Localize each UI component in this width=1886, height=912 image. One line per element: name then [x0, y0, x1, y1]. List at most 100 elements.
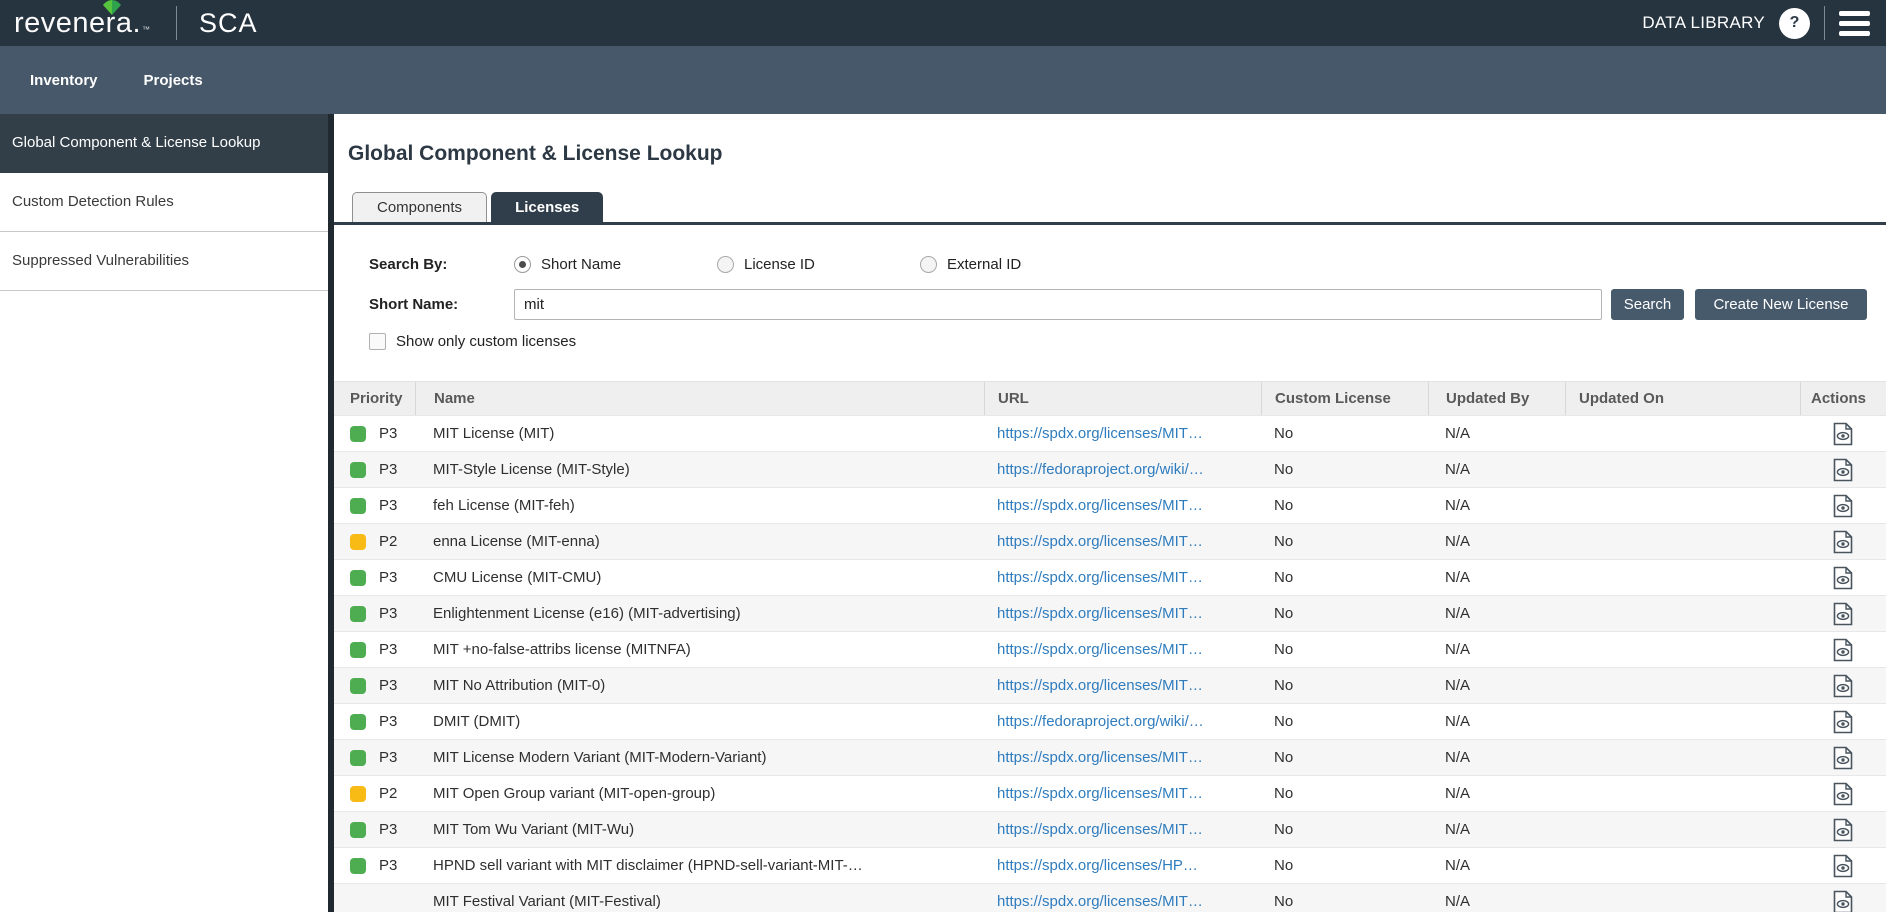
view-document-icon[interactable] — [1833, 710, 1853, 734]
license-url-link[interactable]: https://spdx.org/licenses/MIT… — [997, 785, 1203, 802]
top-nav: Inventory Projects — [0, 46, 1886, 114]
priority-cell: P3 — [334, 704, 415, 739]
custom-license-value: No — [1261, 560, 1428, 595]
updated-on-value — [1565, 452, 1800, 487]
updated-by-value: N/A — [1428, 848, 1565, 883]
license-name: MIT Tom Wu Variant (MIT-Wu) — [415, 812, 984, 847]
custom-license-value: No — [1261, 776, 1428, 811]
radio-button[interactable] — [920, 256, 937, 273]
priority-label: P3 — [379, 497, 397, 514]
actions-cell — [1800, 848, 1886, 883]
license-name: feh License (MIT-feh) — [415, 488, 984, 523]
main-content: Global Component & License Lookup Compon… — [334, 114, 1886, 912]
table-row: P3DMIT (DMIT) https://fedoraproject.org/w… — [334, 703, 1886, 739]
show-only-custom-licenses-checkbox[interactable] — [369, 333, 386, 350]
tab-licenses[interactable]: Licenses — [491, 192, 603, 222]
view-document-icon[interactable] — [1833, 782, 1853, 806]
nav-item-inventory[interactable]: Inventory — [30, 72, 98, 89]
license-url-link[interactable]: https://spdx.org/licenses/MIT… — [997, 569, 1203, 586]
priority-label: P3 — [379, 857, 397, 874]
search-button[interactable]: Search — [1611, 289, 1684, 320]
license-url-link[interactable]: https://spdx.org/licenses/MIT… — [997, 677, 1203, 694]
hamburger-menu-icon[interactable] — [1839, 9, 1870, 38]
view-document-icon[interactable] — [1833, 422, 1853, 446]
view-document-icon[interactable] — [1833, 566, 1853, 590]
create-new-license-button[interactable]: Create New License — [1695, 289, 1867, 320]
column-header-url: URL — [984, 382, 1261, 415]
license-search-form: Search By: Short NameLicense IDExternal … — [334, 225, 1886, 350]
license-url-link[interactable]: https://spdx.org/licenses/MIT… — [997, 749, 1203, 766]
brand-trademark: ™ — [142, 25, 150, 34]
priority-label: P3 — [379, 425, 397, 442]
updated-on-value — [1565, 740, 1800, 775]
column-header-custom-license: Custom License — [1261, 382, 1428, 415]
license-url-link[interactable]: https://spdx.org/licenses/MIT… — [997, 893, 1203, 910]
license-url-link[interactable]: https://spdx.org/licenses/MIT… — [997, 605, 1203, 622]
license-url-link[interactable]: https://spdx.org/licenses/MIT… — [997, 497, 1203, 514]
radio-button[interactable] — [514, 256, 531, 273]
table-row: P3MIT +no-false-attribs license (MITNFA)… — [334, 631, 1886, 667]
view-document-icon[interactable] — [1833, 530, 1853, 554]
tab-components[interactable]: Components — [352, 192, 487, 222]
sidebar: Global Component & License LookupCustom … — [0, 114, 334, 912]
short-name-input[interactable] — [514, 289, 1602, 320]
table-row: P3CMU License (MIT-CMU)https://spdx.org/… — [334, 559, 1886, 595]
priority-label: P2 — [379, 785, 397, 802]
actions-cell — [1800, 884, 1886, 912]
url-cell: https://spdx.org/licenses/HP… — [984, 848, 1261, 883]
sidebar-item-suppressed-vulnerabilities[interactable]: Suppressed Vulnerabilities — [0, 232, 328, 291]
view-document-icon[interactable] — [1833, 494, 1853, 518]
actions-cell — [1800, 812, 1886, 847]
sidebar-item-custom-detection-rules[interactable]: Custom Detection Rules — [0, 173, 328, 232]
custom-license-value: No — [1261, 812, 1428, 847]
license-url-link[interactable]: https://spdx.org/licenses/MIT… — [997, 641, 1203, 658]
url-cell: https://spdx.org/licenses/MIT… — [984, 884, 1261, 912]
view-document-icon[interactable] — [1833, 854, 1853, 878]
licenses-table: PriorityNameURLCustom LicenseUpdated ByU… — [334, 381, 1886, 912]
license-url-link[interactable]: https://spdx.org/licenses/MIT… — [997, 425, 1203, 442]
priority-badge — [350, 606, 366, 622]
view-document-icon[interactable] — [1833, 638, 1853, 662]
view-document-icon[interactable] — [1833, 674, 1853, 698]
view-document-icon[interactable] — [1833, 818, 1853, 842]
app-header: revenera. ™ SCA DATA LIBRARY ? — [0, 0, 1886, 46]
priority-cell: P3 — [334, 416, 415, 451]
priority-badge — [350, 642, 366, 658]
view-document-icon[interactable] — [1833, 890, 1853, 912]
license-url-link[interactable]: https://spdx.org/licenses/MIT… — [997, 533, 1203, 550]
license-url-link[interactable]: https://spdx.org/licenses/MIT… — [997, 821, 1203, 838]
updated-on-value — [1565, 668, 1800, 703]
license-name: MIT-Style License (MIT-Style) — [415, 452, 984, 487]
custom-license-value: No — [1261, 848, 1428, 883]
url-cell: https://spdx.org/licenses/MIT… — [984, 560, 1261, 595]
priority-label: P3 — [379, 461, 397, 478]
license-name: CMU License (MIT-CMU) — [415, 560, 984, 595]
priority-label: P3 — [379, 641, 397, 658]
sidebar-item-global-component-license-lookup[interactable]: Global Component & License Lookup — [0, 114, 328, 173]
help-icon[interactable]: ? — [1779, 8, 1810, 39]
view-document-icon[interactable] — [1833, 458, 1853, 482]
radio-button[interactable] — [717, 256, 734, 273]
license-url-link[interactable]: https://spdx.org/licenses/HP… — [997, 857, 1198, 874]
view-document-icon[interactable] — [1833, 602, 1853, 626]
license-url-link[interactable]: https://fedoraproject.org/wiki/… — [997, 713, 1204, 730]
license-url-link[interactable]: https://fedoraproject.org/wiki/… — [997, 461, 1204, 478]
custom-license-value: No — [1261, 632, 1428, 667]
search-by-option-license-id[interactable]: License ID — [717, 256, 920, 273]
view-document-icon[interactable] — [1833, 746, 1853, 770]
column-header-updated-by: Updated By — [1428, 382, 1565, 415]
updated-on-value — [1565, 848, 1800, 883]
nav-item-projects[interactable]: Projects — [144, 72, 203, 89]
search-by-option-short-name[interactable]: Short Name — [514, 256, 717, 273]
priority-cell: P3 — [334, 740, 415, 775]
license-name: DMIT (DMIT) — [415, 704, 984, 739]
priority-cell: P3 — [334, 488, 415, 523]
updated-by-value: N/A — [1428, 596, 1565, 631]
actions-cell — [1800, 524, 1886, 559]
search-by-option-external-id[interactable]: External ID — [920, 256, 1123, 273]
url-cell: https://spdx.org/licenses/MIT… — [984, 632, 1261, 667]
priority-label: P3 — [379, 605, 397, 622]
custom-license-value: No — [1261, 740, 1428, 775]
data-library-link[interactable]: DATA LIBRARY — [1642, 13, 1765, 33]
header-divider — [1824, 6, 1825, 40]
